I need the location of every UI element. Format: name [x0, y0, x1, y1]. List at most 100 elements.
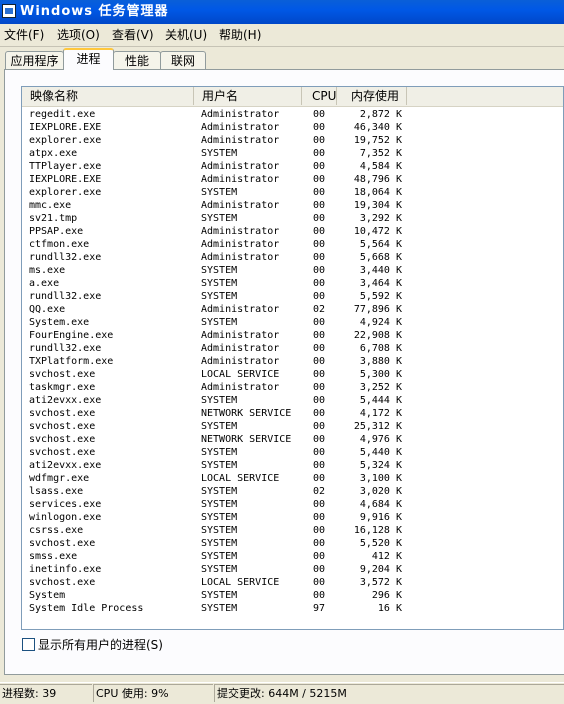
process-row[interactable]: svchost.exe NETWORK SERVICE 00 4,976 K — [22, 433, 563, 446]
process-cpu: 00 — [313, 434, 326, 445]
process-name: svchost.exe — [29, 447, 96, 458]
process-name: sv21.tmp — [29, 213, 78, 224]
process-user: Administrator — [201, 343, 280, 354]
process-name: inetinfo.exe — [29, 564, 102, 575]
process-row[interactable]: rundll32.exe Administrator 00 5,668 K — [22, 251, 563, 264]
process-row[interactable]: ati2evxx.exe SYSTEM 00 5,324 K — [22, 459, 563, 472]
process-row[interactable]: ms.exe SYSTEM 00 3,440 K — [22, 264, 563, 277]
process-row[interactable]: svchost.exe NETWORK SERVICE 00 4,172 K — [22, 407, 563, 420]
process-row[interactable]: svchost.exe LOCAL SERVICE 00 3,572 K — [22, 576, 563, 589]
process-memory: 5,564 K — [359, 239, 402, 250]
process-row[interactable]: rundll32.exe SYSTEM 00 5,592 K — [22, 290, 563, 303]
process-memory: 3,292 K — [359, 213, 402, 224]
tab-networking[interactable]: 联网 — [160, 51, 206, 69]
process-row[interactable]: regedit.exe Administrator 00 2,872 K — [22, 108, 563, 121]
process-cpu: 02 — [313, 304, 326, 315]
process-cpu: 00 — [313, 551, 326, 562]
process-row[interactable]: atpx.exe SYSTEM 00 7,352 K — [22, 147, 563, 160]
process-row[interactable]: inetinfo.exe SYSTEM 00 9,204 K — [22, 563, 563, 576]
menu-file[interactable]: 文件(F) — [4, 27, 44, 43]
process-memory: 10,472 K — [353, 226, 402, 237]
process-row[interactable]: winlogon.exe SYSTEM 00 9,916 K — [22, 511, 563, 524]
process-user: SYSTEM — [201, 499, 238, 510]
status-process-count: 进程数: 39 — [0, 684, 92, 702]
process-cpu: 00 — [313, 499, 326, 510]
process-name: ms.exe — [29, 265, 66, 276]
process-row[interactable]: TXPlatform.exe Administrator 00 3,880 K — [22, 355, 563, 368]
process-memory: 3,572 K — [359, 577, 402, 588]
menu-options[interactable]: 选项(O) — [57, 27, 100, 43]
process-memory: 5,668 K — [359, 252, 402, 263]
process-cpu: 00 — [313, 395, 326, 406]
process-row[interactable]: mmc.exe Administrator 00 19,304 K — [22, 199, 563, 212]
status-bar: 进程数: 39 CPU 使用: 9% 提交更改: 644M / 5215M — [0, 682, 564, 704]
process-row[interactable]: csrss.exe SYSTEM 00 16,128 K — [22, 524, 563, 537]
process-row[interactable]: lsass.exe SYSTEM 02 3,020 K — [22, 485, 563, 498]
process-row[interactable]: ati2evxx.exe SYSTEM 00 5,444 K — [22, 394, 563, 407]
process-row[interactable]: wdfmgr.exe LOCAL SERVICE 00 3,100 K — [22, 472, 563, 485]
process-cpu: 02 — [313, 486, 326, 497]
process-row[interactable]: TTPlayer.exe Administrator 00 4,584 K — [22, 160, 563, 173]
process-row[interactable]: svchost.exe SYSTEM 00 25,312 K — [22, 420, 563, 433]
process-name: ati2evxx.exe — [29, 395, 102, 406]
process-user: SYSTEM — [201, 564, 238, 575]
process-row[interactable]: explorer.exe Administrator 00 19,752 K — [22, 134, 563, 147]
status-commit-charge: 提交更改: 644M / 5215M — [214, 684, 564, 702]
tab-performance[interactable]: 性能 — [113, 51, 161, 69]
title-bar[interactable]: Windows 任务管理器 — [0, 0, 564, 24]
process-row[interactable]: svchost.exe SYSTEM 00 5,520 K — [22, 537, 563, 550]
process-memory: 5,444 K — [359, 395, 402, 406]
process-cpu: 00 — [313, 239, 326, 250]
process-user: NETWORK SERVICE — [201, 408, 292, 419]
column-cpu[interactable]: CPU — [302, 87, 337, 105]
process-row[interactable]: explorer.exe SYSTEM 00 18,064 K — [22, 186, 563, 199]
process-row[interactable]: System Idle Process SYSTEM 97 16 K — [22, 602, 563, 615]
show-all-users-checkbox[interactable] — [22, 638, 35, 651]
process-user: LOCAL SERVICE — [201, 473, 280, 484]
process-list[interactable]: 映像名称 用户名 CPU 内存使用 regedit.exe Administrat… — [21, 86, 564, 630]
menu-shutdown[interactable]: 关机(U) — [165, 27, 207, 43]
process-row[interactable]: System.exe SYSTEM 00 4,924 K — [22, 316, 563, 329]
process-user: SYSTEM — [201, 265, 238, 276]
process-user: Administrator — [201, 122, 280, 133]
process-row[interactable]: svchost.exe LOCAL SERVICE 00 5,300 K — [22, 368, 563, 381]
process-cpu: 00 — [313, 356, 326, 367]
process-row[interactable]: svchost.exe SYSTEM 00 5,440 K — [22, 446, 563, 459]
process-user: NETWORK SERVICE — [201, 434, 292, 445]
process-row[interactable]: smss.exe SYSTEM 00 412 K — [22, 550, 563, 563]
process-row[interactable]: System SYSTEM 00 296 K — [22, 589, 563, 602]
process-user: SYSTEM — [201, 525, 238, 536]
process-row[interactable]: taskmgr.exe Administrator 00 3,252 K — [22, 381, 563, 394]
process-user: SYSTEM — [201, 421, 238, 432]
process-memory: 9,204 K — [359, 564, 402, 575]
process-row[interactable]: rundll32.exe Administrator 00 6,708 K — [22, 342, 563, 355]
process-row[interactable]: QQ.exe Administrator 02 77,896 K — [22, 303, 563, 316]
process-cpu: 00 — [313, 109, 326, 120]
process-user: SYSTEM — [201, 291, 238, 302]
process-row[interactable]: IEXPLORE.EXE Administrator 00 48,796 K — [22, 173, 563, 186]
process-row[interactable]: FourEngine.exe Administrator 00 22,908 K — [22, 329, 563, 342]
process-memory: 3,880 K — [359, 356, 402, 367]
column-memory[interactable]: 内存使用 — [337, 87, 407, 105]
process-memory: 19,304 K — [353, 200, 402, 211]
process-cpu: 00 — [313, 590, 326, 601]
process-row[interactable]: services.exe SYSTEM 00 4,684 K — [22, 498, 563, 511]
process-name: explorer.exe — [29, 187, 102, 198]
tab-applications[interactable]: 应用程序 — [5, 51, 64, 69]
column-user-name[interactable]: 用户名 — [194, 87, 302, 105]
show-all-users-label[interactable]: 显示所有用户的进程(S) — [38, 637, 163, 653]
process-row[interactable]: a.exe SYSTEM 00 3,464 K — [22, 277, 563, 290]
process-name: taskmgr.exe — [29, 382, 96, 393]
process-memory: 5,300 K — [359, 369, 402, 380]
tab-processes[interactable]: 进程 — [63, 48, 114, 70]
process-row[interactable]: ctfmon.exe Administrator 00 5,564 K — [22, 238, 563, 251]
process-cpu: 00 — [313, 174, 326, 185]
process-memory: 48,796 K — [353, 174, 402, 185]
process-memory: 7,352 K — [359, 148, 402, 159]
column-image-name[interactable]: 映像名称 — [22, 87, 194, 105]
process-row[interactable]: IEXPLORE.EXE Administrator 00 46,340 K — [22, 121, 563, 134]
menu-view[interactable]: 查看(V) — [112, 27, 154, 43]
menu-help[interactable]: 帮助(H) — [219, 27, 261, 43]
process-row[interactable]: sv21.tmp SYSTEM 00 3,292 K — [22, 212, 563, 225]
process-row[interactable]: PPSAP.exe Administrator 00 10,472 K — [22, 225, 563, 238]
